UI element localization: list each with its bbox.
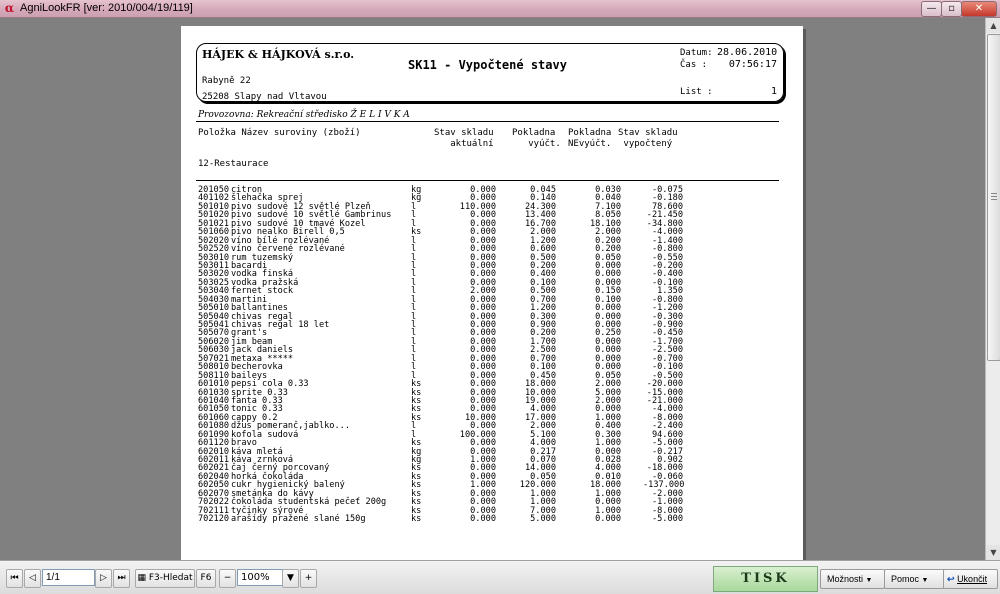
divider [196,121,779,122]
date-label: Datum: [680,48,713,58]
divider [196,180,779,181]
stock-current: 0.000 [470,514,496,525]
search-icon: ▦ [137,573,146,583]
zoom-dropdown-icon[interactable]: ▼ [282,569,299,588]
exit-button[interactable]: ↩ Ukončit [943,569,998,589]
window-title: AgniLookFR [ver: 2010/004/19/119] [20,2,193,14]
item-code: 702120 [198,514,230,525]
exit-label: Ukončit [957,574,988,584]
report-title: SK11 - Vypočtené stavy [408,58,567,72]
time-value: 07:56:17 [728,59,777,70]
table-row: 505041 chivas regal 18 let l 0.000 0.900 0.00… [198,320,798,329]
scroll-thumb[interactable] [987,34,1000,361]
company-name: HÁJEK & HÁJKOVÁ s.r.o. [202,48,355,61]
date-value: 28.06.2010 [717,47,778,58]
report-rows: 201050 citron kg 0.000 0.045 0.030 -0.075 40110… [198,185,798,525]
table-row: 702120 arašídy pražené slané 150g ks 0.000 5… [198,514,798,525]
scroll-down-icon[interactable]: ▼ [986,545,1000,560]
report-header-box: HÁJEK & HÁJKOVÁ s.r.o. SK11 - Vypočtené … [196,43,784,102]
search-button[interactable]: ▦ F3-Hledat [135,569,195,588]
grip-line [991,193,997,194]
f6-button[interactable]: F6 [196,569,216,588]
table-row: 601010 pepsi cola 0.33 ks 0.000 18.000 2.000-… [198,380,798,389]
time-label: Čas : [680,60,708,70]
site-name: Provozovna: Rekreační středisko Ž E L I … [198,110,410,120]
chevron-down-icon: ▼ [865,577,873,584]
preview-toolbar: ⏮ ◁ 1/1 ▷ ⏭ ▦ F3-Hledat F6 − 100% ▼ + TI… [0,560,1000,594]
minimize-button[interactable]: — [921,1,942,17]
scroll-up-icon[interactable]: ▲ [986,18,1000,33]
zoom-input[interactable]: 100% [237,569,286,586]
table-row: 601120 bravo ks 0.000 4.000 1.000 -5.000 [198,439,798,448]
first-page-icon[interactable]: ⏮ [6,569,23,588]
item-unit: ks [411,514,422,525]
table-row: 507021 metaxa ***** l 0.000 0.700 0.000 -0.700 [198,354,798,363]
vertical-scrollbar[interactable]: ▲ ▼ [985,18,1000,560]
company-street: Rabyně 22 [202,76,251,86]
last-page-icon[interactable]: ⏭ [113,569,130,588]
exit-icon: ↩ [947,574,955,584]
help-button[interactable]: Pomoc ▼ [884,569,945,589]
table-row: 505070 grant's l 0.000 0.200 0.250 -0.450 [198,329,798,338]
register-unpaid: 0.000 [595,514,621,525]
table-row: 601050 tonic 0.33 ks 0.000 4.000 0.000 -4.000 [198,405,798,414]
close-button[interactable]: ✕ [961,1,997,17]
table-row: 601030 sprite 0.33 ks 0.000 10.000 5.000 -15.0… [198,388,798,397]
company-city: 25208 Slapy nad Vltavou [202,92,327,102]
stock-calculated: -5.000 [651,514,683,525]
chevron-down-icon: ▼ [921,577,929,584]
column-header-unpaid: Pokladna NEvyúčt. [568,128,612,149]
table-row: 504030 martini l 0.000 0.700 0.100 -0.800 [198,295,798,304]
search-label: F3-Hledat [148,573,193,583]
print-button[interactable]: TISK [713,566,818,592]
grip-line [991,199,997,200]
table-row: 601090 kofola sudová l 100.000 5.100 0.300 94.… [198,430,798,439]
column-header-paid: Pokladna vyúčt. [512,128,561,149]
maximize-button[interactable]: ▫ [941,1,962,17]
options-button[interactable]: Možnosti ▼ [820,569,885,589]
zoom-in-icon[interactable]: + [300,569,317,588]
title-bar: α AgniLookFR [ver: 2010/004/19/119] — ▫ … [0,0,1000,18]
prev-page-icon[interactable]: ◁ [24,569,41,588]
register-paid: 5.000 [530,514,556,525]
next-page-icon[interactable]: ▷ [95,569,112,588]
preview-viewport[interactable]: HÁJEK & HÁJKOVÁ s.r.o. SK11 - Vypočtené … [0,18,985,560]
column-header-calculated: Stav skladu vypočtený [618,128,678,149]
column-header-stock: Stav skladu aktuální [434,128,494,149]
zoom-out-icon[interactable]: − [219,569,236,588]
item-name: arašídy pražené slané 150g [231,514,366,525]
page-input[interactable]: 1/1 [42,569,95,586]
list-value: 1 [770,86,777,97]
report-page: HÁJEK & HÁJKOVÁ s.r.o. SK11 - Vypočtené … [181,26,803,560]
table-row: 503010 rum tuzemský l 0.000 0.500 0.050 -0.550 [198,253,798,262]
table-row: 503040 fernet stock l 2.000 0.500 0.150 1.350 [198,287,798,296]
column-header-item: Položka Název suroviny (zboží) [198,128,361,138]
options-label: Možnosti [827,574,864,584]
help-label: Pomoc [891,574,920,584]
app-icon: α [4,1,15,15]
grip-line [991,196,997,197]
table-row: 508010 becherovka l 0.000 0.100 0.000 -0.100 [198,363,798,372]
table-row: 601040 fanta 0.33 ks 0.000 19.000 2.000 -21.00… [198,396,798,405]
list-label: List : [680,87,713,97]
group-title: 12-Restaurace [198,159,269,169]
